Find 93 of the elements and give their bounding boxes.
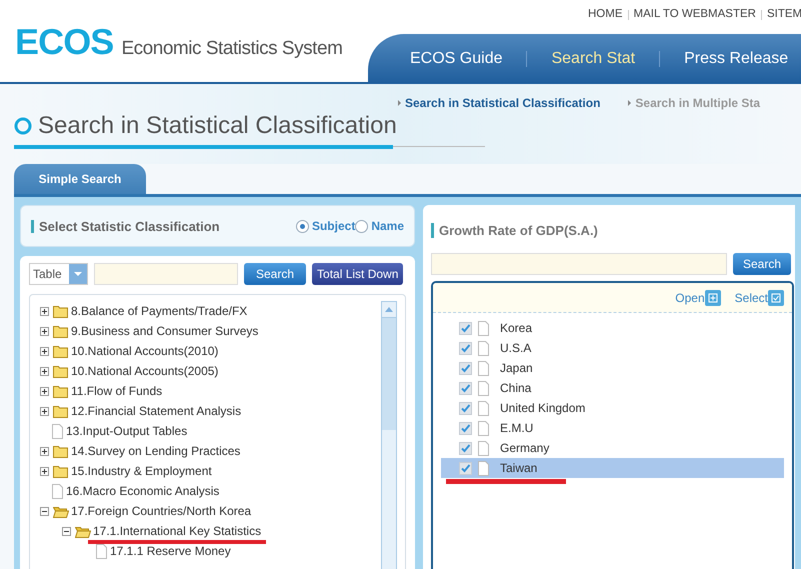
collapse-icon[interactable] [62, 526, 71, 536]
document-icon [477, 380, 490, 396]
list-item[interactable]: China [500, 379, 532, 397]
document-icon [477, 320, 490, 336]
section-title: Select Statistic Classification [31, 220, 220, 232]
list-item[interactable]: Germany [500, 439, 550, 457]
page-title: Search in Statistical Classification [38, 114, 397, 138]
list-item[interactable]: E.M.U [500, 419, 534, 437]
tree-item[interactable]: 16.Macro Economic Analysis [66, 482, 220, 500]
tree-item[interactable]: 10.National Accounts(2010) [71, 342, 218, 360]
document-icon [477, 340, 490, 356]
open-folder-icon [75, 524, 91, 538]
search-button[interactable]: Search [244, 263, 306, 285]
open-button[interactable]: Open [675, 288, 721, 306]
folder-icon [53, 344, 69, 358]
list-item[interactable]: U.S.A [500, 339, 532, 357]
folder-icon [53, 464, 69, 478]
expand-icon[interactable] [40, 306, 49, 316]
top-link[interactable]: HOME [588, 6, 622, 24]
radio-label: Name [371, 218, 404, 235]
document-icon [477, 360, 490, 376]
nav-link[interactable]: ECOS Guide [386, 47, 526, 71]
checkbox[interactable] [459, 342, 472, 354]
radio-button[interactable] [296, 220, 309, 232]
scroll-up-icon [385, 307, 393, 312]
expand-icon [704, 290, 721, 306]
search-input[interactable] [431, 253, 727, 275]
tree-item[interactable]: 12.Financial Statement Analysis [71, 402, 242, 420]
folder-icon [53, 444, 69, 458]
tree-item[interactable]: 14.Survey on Lending Practices [71, 442, 240, 460]
folder-icon [53, 304, 69, 318]
type-select[interactable]: Table [29, 263, 88, 285]
folder-icon [53, 384, 69, 398]
folder-icon [53, 324, 69, 338]
scroll-thumb[interactable] [382, 318, 396, 430]
bullet-icon [398, 100, 401, 106]
document-icon [477, 400, 490, 416]
document-icon [477, 420, 490, 436]
tree-item[interactable]: 10.National Accounts(2005) [71, 362, 218, 380]
search-button[interactable]: Search [733, 253, 792, 275]
bullet-icon [628, 100, 632, 106]
collapse-icon[interactable] [40, 506, 49, 516]
tree-item[interactable]: 17.1.1 Reserve Money [110, 542, 231, 560]
tree-item[interactable]: 13.Input-Output Tables [66, 422, 188, 440]
checkbox[interactable] [459, 422, 472, 434]
tree-item[interactable]: 15.Industry & Employment [71, 462, 212, 480]
list-item[interactable]: United Kingdom [500, 399, 586, 417]
document-icon [95, 544, 108, 558]
checkbox[interactable] [459, 462, 472, 474]
tab[interactable]: Simple Search [14, 164, 146, 194]
circle-icon [14, 117, 32, 135]
expand-icon[interactable] [40, 406, 49, 416]
expand-icon[interactable] [40, 346, 49, 356]
list-item[interactable]: Taiwan [500, 459, 538, 477]
checkbox[interactable] [459, 362, 472, 374]
select-button[interactable]: Select [734, 288, 784, 306]
tree-item[interactable]: 9.Business and Consumer Surveys [71, 322, 258, 340]
sub-nav-link[interactable]: Search in Statistical Classification [405, 94, 600, 112]
tree-item[interactable]: 17.Foreign Countries/North Korea [71, 502, 252, 520]
tree-item[interactable]: 17.1.International Key Statistics [93, 522, 262, 540]
radio-button[interactable] [355, 220, 368, 232]
nav-link[interactable]: Press Release [660, 47, 801, 71]
expand-icon[interactable] [40, 326, 49, 336]
logo-mark: ECOS [15, 24, 114, 60]
search-input[interactable] [94, 263, 238, 285]
checkbox[interactable] [459, 322, 472, 334]
expand-icon[interactable] [40, 446, 49, 456]
checkbox[interactable] [459, 442, 472, 454]
nav-link[interactable]: Search Stat [527, 47, 660, 71]
expand-icon[interactable] [40, 366, 49, 376]
expand-icon[interactable] [40, 386, 49, 396]
check-icon [768, 290, 784, 306]
scrollbar[interactable] [381, 301, 397, 569]
folder-icon [53, 364, 69, 378]
expand-icon[interactable] [40, 466, 49, 476]
tree-item[interactable]: 11.Flow of Funds [71, 382, 162, 400]
list-download-button[interactable]: Total List Down [312, 263, 404, 285]
checkbox[interactable] [459, 382, 472, 394]
document-icon [477, 440, 490, 456]
tree-item[interactable]: 8.Balance of Payments/Trade/FX [71, 302, 248, 320]
open-folder-icon [53, 504, 69, 518]
folder-icon [53, 404, 69, 418]
top-link[interactable]: SITEM [766, 6, 801, 24]
top-link[interactable]: MAIL TO WEBMASTER [634, 6, 756, 24]
checkbox[interactable] [459, 402, 472, 414]
radio-label: Subject [312, 218, 356, 235]
site-name: Economic Statistics System [121, 39, 342, 58]
document-icon [51, 484, 64, 498]
list-item[interactable]: Japan [500, 359, 533, 377]
document-icon [477, 460, 490, 476]
section-title: Growth Rate of GDP(S.A.) [431, 223, 598, 238]
document-icon [51, 424, 64, 438]
list-item[interactable]: Korea [500, 319, 532, 337]
